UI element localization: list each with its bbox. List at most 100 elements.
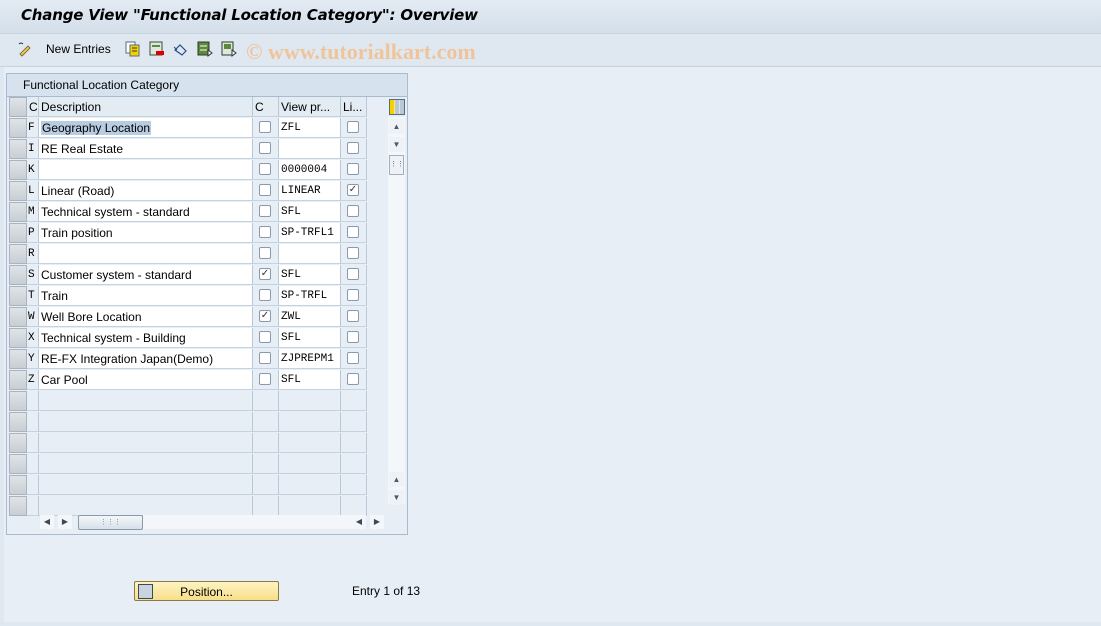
li-checkbox[interactable]	[347, 205, 359, 217]
row-selector[interactable]	[9, 412, 27, 432]
cell-description[interactable]: Linear (Road)	[39, 181, 253, 201]
c-checkbox[interactable]	[259, 352, 271, 364]
delete-icon[interactable]	[149, 41, 165, 57]
table-settings-icon[interactable]	[389, 99, 405, 115]
c-checkbox[interactable]	[259, 142, 271, 154]
c-checkbox[interactable]: ✓	[259, 310, 271, 322]
scroll-thumb[interactable]: ⋮⋮	[389, 155, 404, 175]
scroll-left-icon[interactable]: ◀	[40, 515, 54, 529]
cell-description[interactable]	[39, 244, 253, 264]
li-checkbox[interactable]	[347, 289, 359, 301]
c-checkbox[interactable]	[259, 373, 271, 385]
column-header-c[interactable]: C	[253, 97, 279, 117]
cell-view-profile[interactable]: ZWL	[279, 307, 341, 327]
horizontal-scroll-thumb[interactable]: ⋮⋮⋮	[78, 515, 143, 530]
row-selector[interactable]	[9, 370, 27, 390]
horizontal-scrollbar[interactable]: ◀ ▶ ⋮⋮⋮ ◀ ▶	[7, 514, 407, 530]
scroll-right-end-icon[interactable]: ▶	[370, 515, 384, 529]
cell-view-profile[interactable]: SP-TRFL1	[279, 223, 341, 243]
row-selector[interactable]	[9, 244, 27, 264]
li-checkbox[interactable]	[347, 268, 359, 280]
c-checkbox[interactable]	[259, 331, 271, 343]
cell-view-profile[interactable]: ZJPREPM1	[279, 349, 341, 369]
cell-view-profile[interactable]: ZFL	[279, 118, 341, 138]
li-checkbox[interactable]: ✓	[347, 184, 359, 196]
new-entries-button[interactable]: New Entries	[46, 41, 111, 57]
cell-description[interactable]: Well Bore Location	[39, 307, 253, 327]
cell-view-profile[interactable]: SFL	[279, 202, 341, 222]
c-checkbox[interactable]	[259, 121, 271, 133]
row-selector[interactable]	[9, 475, 27, 495]
vertical-scrollbar[interactable]: ▲ ▼ ⋮⋮ ▲ ▼	[388, 117, 405, 505]
c-checkbox[interactable]	[259, 184, 271, 196]
cell-description[interactable]: Car Pool	[39, 370, 253, 390]
cell-view-profile[interactable]: SFL	[279, 265, 341, 285]
undo-change-icon[interactable]	[173, 41, 189, 57]
cell-description[interactable]: RE-FX Integration Japan(Demo)	[39, 349, 253, 369]
row-selector[interactable]	[9, 391, 27, 411]
horizontal-scroll-track[interactable]	[143, 515, 353, 529]
li-checkbox[interactable]	[347, 226, 359, 238]
cell-view-profile[interactable]: 0000004	[279, 160, 341, 180]
cell-description[interactable]: Technical system - standard	[39, 202, 253, 222]
li-checkbox[interactable]	[347, 310, 359, 322]
copy-as-icon[interactable]	[125, 41, 141, 57]
select-all-icon[interactable]	[197, 41, 213, 57]
row-selector[interactable]	[9, 223, 27, 243]
row-selector[interactable]	[9, 160, 27, 180]
cell-description[interactable]: Train position	[39, 223, 253, 243]
row-selector[interactable]	[9, 118, 27, 138]
cell-description[interactable]	[39, 160, 253, 180]
c-checkbox[interactable]	[259, 247, 271, 259]
row-selector[interactable]	[9, 433, 27, 453]
row-selector[interactable]	[9, 328, 27, 348]
select-block-icon[interactable]	[221, 41, 237, 57]
cell-description[interactable]: Technical system - Building	[39, 328, 253, 348]
cell-view-profile[interactable]: LINEAR	[279, 181, 341, 201]
li-checkbox[interactable]	[347, 247, 359, 259]
select-all-rows-button[interactable]	[9, 97, 27, 117]
cell-description[interactable]: RE Real Estate	[39, 139, 253, 159]
row-selector[interactable]	[9, 307, 27, 327]
row-selector[interactable]	[9, 286, 27, 306]
li-checkbox[interactable]	[347, 121, 359, 133]
page-down-icon[interactable]: ▼	[389, 490, 404, 505]
cell-view-profile[interactable]: SFL	[279, 328, 341, 348]
row-selector[interactable]	[9, 265, 27, 285]
c-checkbox[interactable]	[259, 163, 271, 175]
cell-view-profile[interactable]: SFL	[279, 370, 341, 390]
cell-description[interactable]: Geography Location	[39, 118, 253, 138]
li-checkbox[interactable]	[347, 163, 359, 175]
cell-c	[253, 496, 279, 516]
scroll-up-icon[interactable]: ▲	[389, 119, 404, 134]
c-checkbox[interactable]: ✓	[259, 268, 271, 280]
cell-view-profile[interactable]: SP-TRFL	[279, 286, 341, 306]
column-header-li[interactable]: Li...	[341, 97, 367, 117]
row-selector[interactable]	[9, 496, 27, 516]
cell-view-profile[interactable]	[279, 244, 341, 264]
row-selector[interactable]	[9, 349, 27, 369]
row-selector[interactable]	[9, 202, 27, 222]
column-header-key[interactable]: C	[27, 97, 39, 117]
c-checkbox[interactable]	[259, 205, 271, 217]
li-checkbox[interactable]	[347, 142, 359, 154]
cell-description[interactable]: Customer system - standard	[39, 265, 253, 285]
scroll-down-icon[interactable]: ▼	[389, 137, 404, 152]
row-selector[interactable]	[9, 139, 27, 159]
column-header-description[interactable]: Description	[39, 97, 253, 117]
position-button[interactable]: Position...	[134, 581, 279, 601]
row-selector[interactable]	[9, 454, 27, 474]
page-up-icon[interactable]: ▲	[389, 472, 404, 487]
cell-view-profile[interactable]	[279, 139, 341, 159]
scroll-right-icon[interactable]: ▶	[58, 515, 72, 529]
li-checkbox[interactable]	[347, 373, 359, 385]
cell-description[interactable]: Train	[39, 286, 253, 306]
column-header-view-profile[interactable]: View pr...	[279, 97, 341, 117]
scroll-left-end-icon[interactable]: ◀	[352, 515, 366, 529]
li-checkbox[interactable]	[347, 331, 359, 343]
c-checkbox[interactable]	[259, 289, 271, 301]
li-checkbox[interactable]	[347, 352, 359, 364]
c-checkbox[interactable]	[259, 226, 271, 238]
row-selector[interactable]	[9, 181, 27, 201]
change-display-icon[interactable]	[17, 41, 33, 57]
